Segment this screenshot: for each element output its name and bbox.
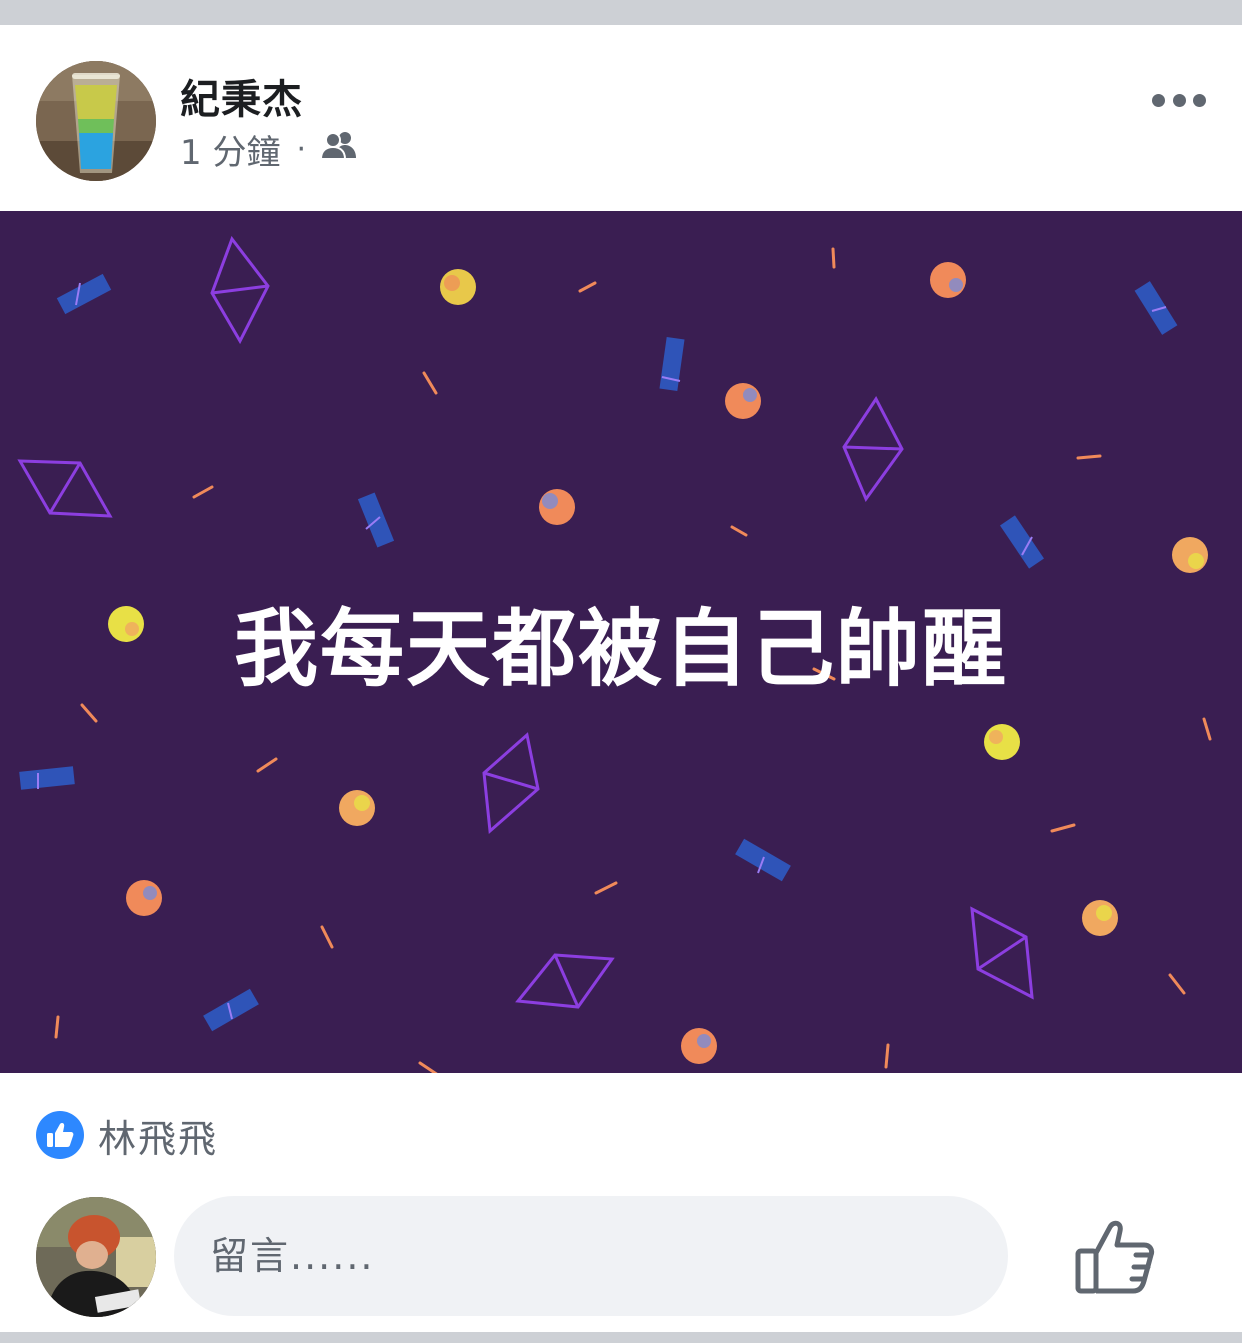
post-background: 我每天都被自己帥醒 <box>0 211 1242 1073</box>
more-options-button[interactable] <box>1152 85 1206 115</box>
thumbs-up-outline-icon <box>1075 1220 1155 1294</box>
like-button[interactable] <box>1074 1219 1158 1295</box>
post-header: 紀秉杰 1 分鐘 · <box>0 25 1242 211</box>
more-horizontal-icon <box>1152 93 1165 107</box>
post-card: 紀秉杰 1 分鐘 · 我每天都被自己帥醒 林飛飛 留言...... <box>0 25 1242 1332</box>
post-meta: 1 分鐘 · <box>180 125 358 174</box>
comment-input[interactable] <box>174 1196 1008 1316</box>
author-avatar[interactable] <box>36 61 156 181</box>
like-icon <box>36 1111 84 1159</box>
reaction-names[interactable]: 林飛飛 <box>98 1108 218 1163</box>
reactions-summary[interactable]: 林飛飛 <box>36 1108 218 1163</box>
post-time[interactable]: 1 分鐘 <box>180 125 280 174</box>
author-name[interactable]: 紀秉杰 <box>180 67 303 125</box>
user-avatar[interactable] <box>36 1197 156 1317</box>
comment-composer <box>0 1195 1242 1319</box>
post-text: 我每天都被自己帥醒 <box>233 599 1008 698</box>
friends-icon[interactable] <box>319 129 358 169</box>
meta-separator: · <box>296 131 306 167</box>
